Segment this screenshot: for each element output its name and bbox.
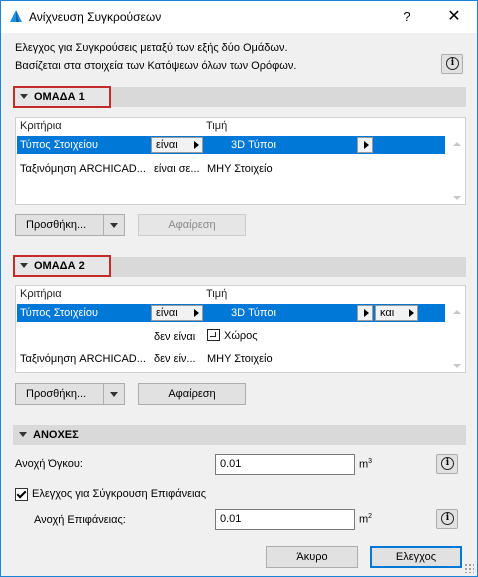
criterion-cell: Ταξινόμηση ARCHICAD...: [20, 353, 146, 365]
group2-criteria-table: Κριτήρια Τιμή Τύπος Στοιχείου είναι 3D Τ…: [15, 285, 466, 373]
value-cell: 3D Τύποι: [231, 307, 276, 319]
group2-scrollbar[interactable]: [450, 304, 464, 372]
info-icon: i: [441, 457, 454, 470]
close-button[interactable]: ✕: [444, 7, 464, 27]
operator-cell: δεν είναι: [154, 331, 196, 343]
group1-add-label: Προσθήκη...: [26, 219, 87, 231]
group2-add-button[interactable]: Προσθήκη...: [15, 383, 125, 405]
group2-heading: ΟΜΑΔΑ 2: [34, 260, 85, 272]
group1-col-criteria: Κριτήρια: [20, 120, 62, 132]
operator-dropdown[interactable]: είναι: [151, 137, 203, 153]
group2-header[interactable]: ΟΜΑΔΑ 2: [13, 255, 111, 277]
tolerances-section-bar: [13, 425, 466, 445]
add-menu-arrow-icon[interactable]: [103, 215, 124, 235]
group2-add-label: Προσθήκη...: [26, 388, 87, 400]
surface-collision-checkbox[interactable]: [15, 488, 28, 501]
group2-col-criteria: Κριτήρια: [20, 288, 62, 300]
value-picker-button[interactable]: [357, 305, 373, 321]
title-bar: Ανίχνευση Συγκρούσεων ? ✕: [1, 1, 477, 33]
description-info-button[interactable]: i: [441, 54, 463, 74]
surface-info-button[interactable]: i: [436, 509, 458, 529]
surface-tolerance-input[interactable]: 0.01: [215, 509, 355, 530]
table-row[interactable]: δεν είναι Χώρος: [17, 328, 445, 346]
collapse-triangle-icon: [20, 263, 28, 268]
value-cell: ΜΗΥ Στοιχείο: [207, 163, 273, 175]
criterion-cell: Ταξινόμηση ARCHICAD...: [20, 163, 146, 175]
group1-criteria-table: Κριτήρια Τιμή Τύπος Στοιχείου είναι 3D Τ…: [15, 117, 466, 205]
volume-unit: m3: [359, 458, 372, 471]
value-cell: ΜΗΥ Στοιχείο: [207, 353, 273, 365]
conjunction-dropdown[interactable]: και: [375, 305, 418, 321]
info-icon: i: [446, 57, 459, 70]
add-menu-arrow-icon[interactable]: [103, 384, 124, 404]
collapse-triangle-icon: [20, 94, 28, 99]
operator-dropdown[interactable]: είναι: [151, 305, 203, 321]
archicad-app-icon: [10, 10, 22, 22]
volume-info-button[interactable]: i: [436, 454, 458, 474]
dropdown-arrow-icon: [194, 141, 199, 149]
group1-heading: ΟΜΑΔΑ 1: [34, 91, 85, 103]
surface-tolerance-label: Ανοχή Επιφάνειας:: [34, 514, 126, 526]
group1-col-value: Τιμή: [206, 120, 228, 132]
group1-header[interactable]: ΟΜΑΔΑ 1: [13, 86, 111, 108]
group2-col-value: Τιμή: [206, 288, 228, 300]
help-button[interactable]: ?: [397, 7, 417, 27]
value-cell: 3D Τύποι: [231, 139, 276, 151]
surface-unit-base: m: [359, 513, 369, 526]
cancel-button[interactable]: Άκυρο: [266, 546, 358, 568]
operator-value: είναι: [156, 139, 178, 151]
description-line-2: Βασίζεται στα στοιχεία των Κατόψεων όλων…: [15, 60, 297, 72]
table-row[interactable]: Τύπος Στοιχείου είναι 3D Τύποι και: [17, 304, 445, 322]
tolerances-header[interactable]: ΑΝΟΧΕΣ: [19, 425, 79, 445]
dropdown-arrow-icon: [409, 309, 414, 317]
criterion-cell: Τύπος Στοιχείου: [20, 307, 98, 319]
resize-grip-icon[interactable]: [464, 563, 474, 573]
check-button[interactable]: Ελεγχος: [370, 546, 462, 568]
surface-unit-exp: 2: [368, 513, 373, 520]
dropdown-arrow-icon: [364, 141, 369, 149]
operator-value: είναι: [156, 307, 178, 319]
operator-cell: δεν είν...: [154, 353, 196, 365]
checkmark-icon: [16, 488, 27, 499]
criterion-cell: Τύπος Στοιχείου: [20, 139, 98, 151]
info-icon: i: [441, 512, 454, 525]
value-cell: Χώρος: [207, 329, 258, 342]
volume-tolerance-input[interactable]: 0.01: [215, 454, 355, 475]
table-row[interactable]: Ταξινόμηση ARCHICAD... δεν είν... ΜΗΥ Στ…: [17, 350, 445, 368]
scroll-up-icon[interactable]: [453, 142, 461, 146]
tolerances-heading: ΑΝΟΧΕΣ: [33, 429, 79, 441]
table-row[interactable]: Ταξινόμηση ARCHICAD... είναι σε... ΜΗΥ Σ…: [17, 160, 445, 178]
description-line-1: Ελεγχος για Συγκρούσεις μεταξύ των εξής …: [15, 42, 288, 54]
zone-icon: [207, 329, 220, 341]
table-row[interactable]: Τύπος Στοιχείου είναι 3D Τύποι: [17, 136, 445, 154]
surface-unit: m2: [359, 513, 372, 526]
scroll-up-icon[interactable]: [453, 310, 461, 314]
value-picker-button[interactable]: [357, 137, 373, 153]
group1-scrollbar[interactable]: [450, 136, 464, 204]
volume-unit-base: m: [359, 458, 369, 471]
group1-add-button[interactable]: Προσθήκη...: [15, 214, 125, 236]
conjunction-value: και: [380, 307, 395, 319]
group1-remove-button[interactable]: Αφαίρεση: [138, 214, 246, 236]
dropdown-arrow-icon: [364, 309, 369, 317]
surface-collision-label[interactable]: Ελεγχος για Σύγκρουση Επιφάνειας: [32, 488, 206, 500]
dropdown-arrow-icon: [194, 309, 199, 317]
scroll-down-icon[interactable]: [453, 364, 461, 368]
window-title: Ανίχνευση Συγκρούσεων: [29, 10, 162, 24]
group2-remove-button[interactable]: Αφαίρεση: [138, 383, 246, 405]
collapse-triangle-icon: [19, 432, 27, 437]
volume-unit-exp: 3: [368, 458, 373, 465]
value-text: Χώρος: [224, 330, 258, 342]
volume-tolerance-label: Ανοχή Όγκου:: [15, 458, 83, 470]
operator-cell: είναι σε...: [154, 163, 200, 175]
collision-detection-dialog: Ανίχνευση Συγκρούσεων ? ✕ Ελεγχος για Συ…: [0, 0, 478, 577]
scroll-down-icon[interactable]: [453, 196, 461, 200]
